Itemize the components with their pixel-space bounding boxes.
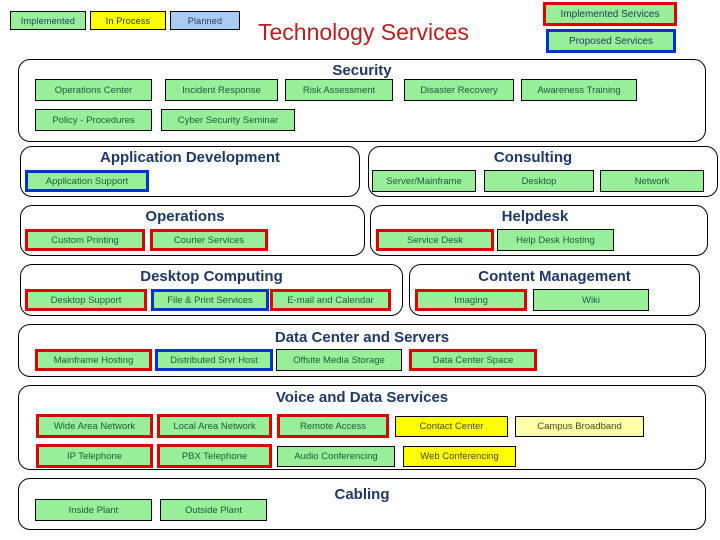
service-box-file-print-services[interactable]: File & Print Services — [151, 289, 269, 311]
service-label: Wiki — [582, 294, 600, 306]
service-label: Desktop Support — [50, 294, 122, 306]
status-key-implemented-services: Implemented Services — [543, 2, 677, 26]
service-box-service-desk[interactable]: Service Desk — [376, 229, 494, 251]
section-title-consulting: Consulting — [493, 149, 573, 166]
service-box-desktop[interactable]: Desktop — [484, 170, 594, 192]
legend-chip-label: Implemented — [20, 15, 76, 26]
service-label: Network — [634, 175, 670, 187]
service-label: Disaster Recovery — [420, 84, 498, 96]
status-key-label: Implemented Services — [560, 8, 660, 20]
service-box-risk-assessment[interactable]: Risk Assessment — [285, 79, 393, 101]
service-box-pbx-telephone[interactable]: PBX Telephone — [157, 444, 272, 468]
section-title-operations: Operations — [145, 208, 225, 225]
service-box-audio-conferencing[interactable]: Audio Conferencing — [277, 446, 395, 467]
legend-chip-in-process: In Process — [90, 11, 166, 30]
service-box-data-center-space[interactable]: Data Center Space — [409, 349, 537, 371]
service-label: Inside Plant — [68, 504, 119, 516]
section-title-application-development: Application Development — [99, 149, 281, 166]
section-title-voice-and-data-services: Voice and Data Services — [275, 389, 449, 406]
service-label: Awareness Training — [537, 84, 621, 96]
service-label: Campus Broadband — [537, 421, 622, 432]
service-label: Audio Conferencing — [294, 451, 378, 462]
service-label: Contact Center — [419, 421, 484, 432]
service-label: File & Print Services — [167, 294, 253, 306]
service-label: Web Conferencing — [420, 451, 499, 462]
service-box-awareness-training[interactable]: Awareness Training — [521, 79, 637, 101]
service-box-remote-access[interactable]: Remote Access — [277, 414, 389, 438]
service-box-incident-response[interactable]: Incident Response — [165, 79, 278, 101]
legend-chip-implemented: Implemented — [10, 11, 86, 30]
service-label: Operations Center — [54, 84, 133, 96]
service-box-operations-center[interactable]: Operations Center — [35, 79, 152, 101]
service-box-courier-services[interactable]: Courier Services — [150, 229, 268, 251]
service-label: Risk Assessment — [302, 84, 376, 96]
service-label: Help Desk Hosting — [516, 234, 595, 246]
service-box-email-and-calendar[interactable]: E-mail and Calendar — [270, 289, 391, 311]
service-label: Remote Access — [300, 420, 366, 432]
service-box-distributed-srvr-host[interactable]: Distributed Srvr Host — [155, 349, 273, 371]
service-label: Wide Area Network — [53, 420, 136, 432]
service-label: Server/Mainframe — [386, 175, 462, 187]
service-box-application-support[interactable]: Application Support — [25, 170, 149, 192]
service-box-policy-procedures[interactable]: Policy - Procedures — [35, 109, 152, 131]
status-key-label: Proposed Services — [569, 35, 653, 47]
service-box-network[interactable]: Network — [600, 170, 704, 192]
service-label: IP Telephone — [66, 450, 123, 462]
legend-chip-label: Planned — [187, 15, 223, 26]
service-label: Application Support — [45, 175, 129, 187]
service-label: Imaging — [454, 294, 488, 306]
service-box-inside-plant[interactable]: Inside Plant — [35, 499, 152, 521]
service-label: Policy - Procedures — [52, 114, 135, 126]
service-box-outside-plant[interactable]: Outside Plant — [160, 499, 267, 521]
service-box-campus-broadband[interactable]: Campus Broadband — [515, 416, 644, 437]
service-box-server-mainframe[interactable]: Server/Mainframe — [372, 170, 476, 192]
service-label: E-mail and Calendar — [287, 294, 374, 306]
section-title-helpdesk: Helpdesk — [501, 208, 569, 225]
service-box-web-conferencing[interactable]: Web Conferencing — [403, 446, 516, 467]
service-label: Cyber Security Seminar — [177, 114, 279, 126]
service-box-cyber-security-seminar[interactable]: Cyber Security Seminar — [161, 109, 295, 131]
service-label: Desktop — [521, 175, 557, 187]
service-label: Outside Plant — [184, 504, 243, 516]
service-label: Mainframe Hosting — [53, 354, 134, 366]
service-box-wiki[interactable]: Wiki — [533, 289, 649, 311]
status-key-proposed-services: Proposed Services — [546, 29, 676, 53]
service-box-local-area-network[interactable]: Local Area Network — [157, 414, 272, 438]
legend-chip-label: In Process — [105, 15, 151, 26]
service-label: Custom Printing — [51, 234, 119, 246]
service-box-help-desk-hosting[interactable]: Help Desk Hosting — [497, 229, 614, 251]
service-label: PBX Telephone — [181, 450, 248, 462]
service-box-wide-area-network[interactable]: Wide Area Network — [36, 414, 153, 438]
service-label: Courier Services — [173, 234, 245, 246]
section-title-security: Security — [332, 62, 392, 79]
service-box-contact-center[interactable]: Contact Center — [395, 416, 508, 437]
service-box-mainframe-hosting[interactable]: Mainframe Hosting — [35, 349, 152, 371]
service-box-offsite-media-storage[interactable]: Offsite Media Storage — [276, 349, 402, 371]
service-label: Incident Response — [182, 84, 261, 96]
service-box-ip-telephone[interactable]: IP Telephone — [36, 444, 153, 468]
technology-services-diagram: Implemented In Process Planned Technolog… — [0, 0, 720, 540]
service-box-imaging[interactable]: Imaging — [415, 289, 527, 311]
service-box-disaster-recovery[interactable]: Disaster Recovery — [404, 79, 514, 101]
section-title-data-center-and-servers: Data Center and Servers — [274, 329, 450, 346]
service-label: Offsite Media Storage — [293, 354, 385, 366]
service-label: Service Desk — [407, 234, 463, 246]
section-title-content-management: Content Management — [478, 268, 631, 285]
service-label: Local Area Network — [173, 420, 256, 432]
service-label: Distributed Srvr Host — [170, 354, 258, 366]
service-label: Data Center Space — [432, 354, 514, 366]
section-title-desktop-computing: Desktop Computing — [140, 268, 283, 285]
service-box-custom-printing[interactable]: Custom Printing — [25, 229, 145, 251]
service-box-desktop-support[interactable]: Desktop Support — [25, 289, 147, 311]
page-title: Technology Services — [258, 19, 469, 45]
legend-chip-planned: Planned — [170, 11, 240, 30]
